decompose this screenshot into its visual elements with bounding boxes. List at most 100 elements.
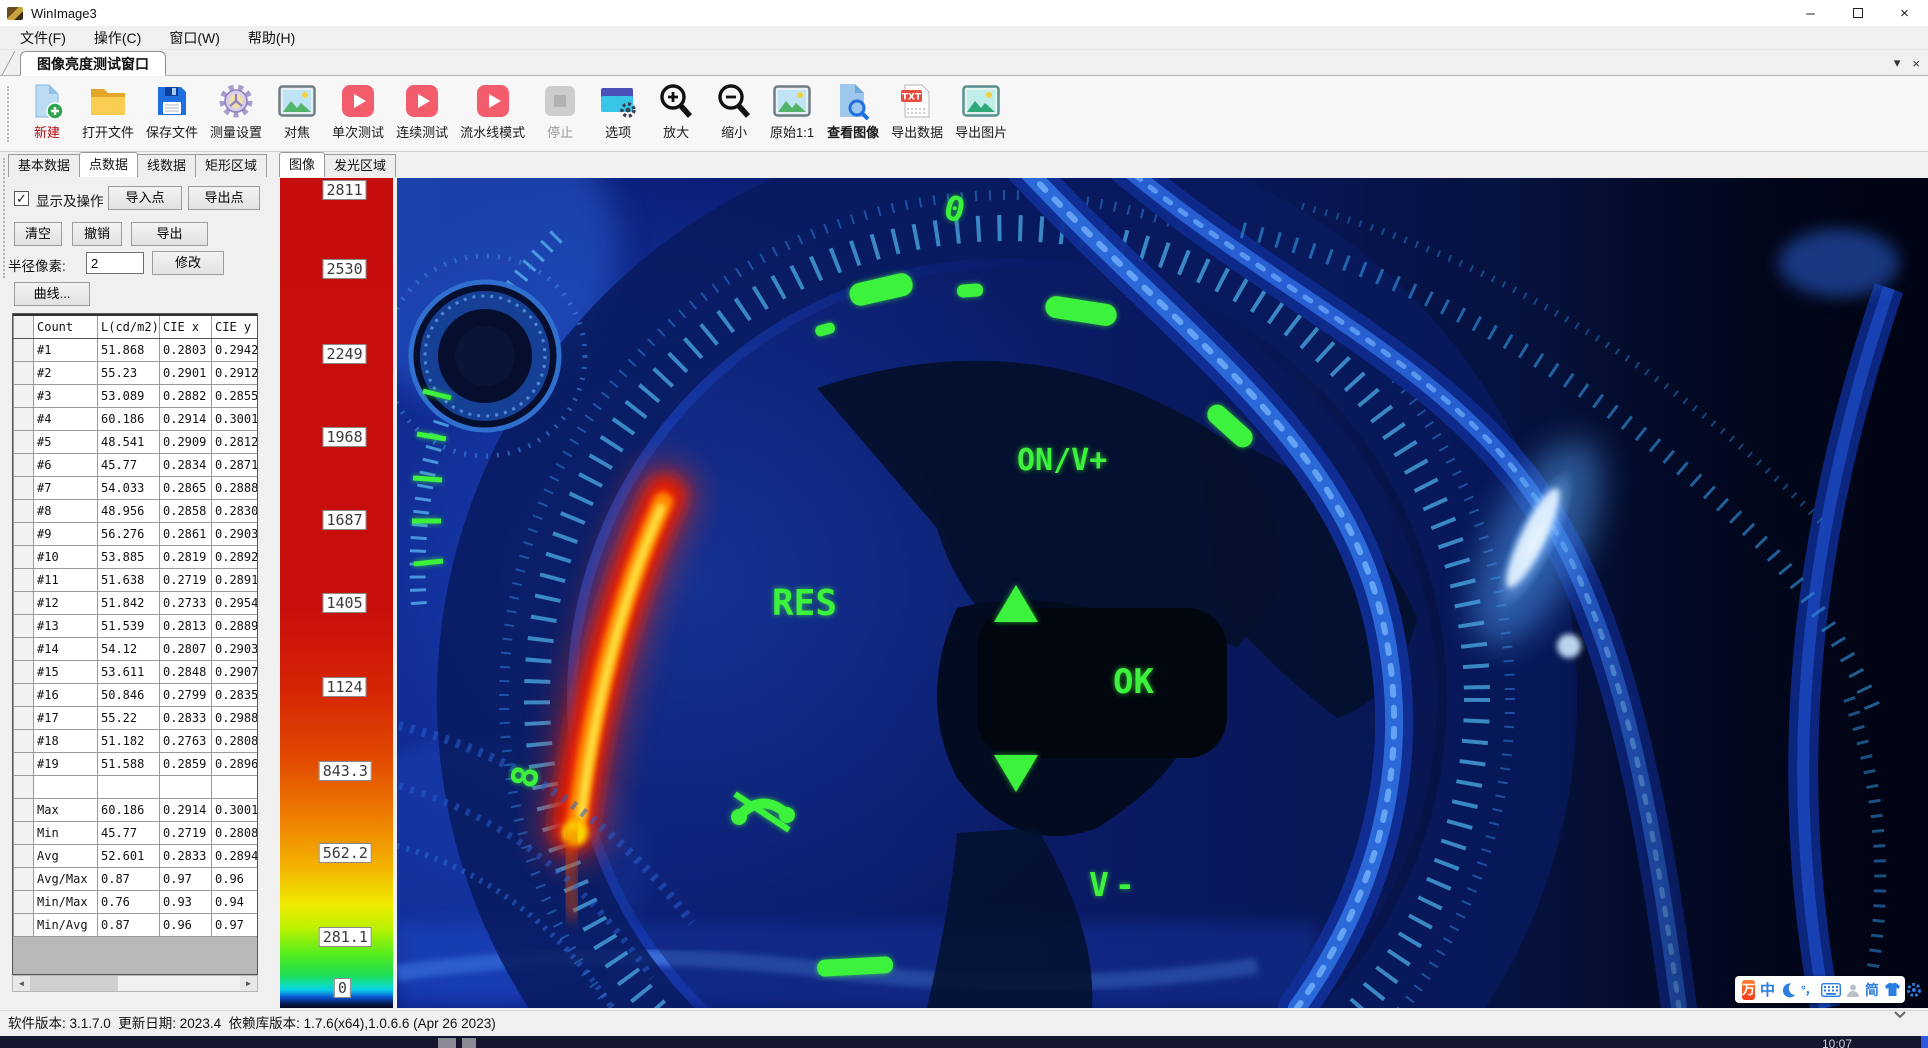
export-data-button[interactable]: TXT 导出数据 (885, 81, 949, 141)
ime-brand-icon[interactable]: 万 (1742, 980, 1755, 1000)
focus-image-icon (274, 81, 320, 121)
original-scale-icon (769, 81, 815, 121)
colorbar-label: 843.3 (319, 761, 372, 781)
table-row[interactable]: #12 51.842 0.2733 0.2954 (14, 591, 259, 614)
zoom-in-button[interactable]: 放大 (647, 81, 705, 141)
export-image-button[interactable]: 导出图片 (949, 81, 1013, 141)
tab-point-data[interactable]: 点数据 (79, 152, 138, 177)
stop-button[interactable]: 停止 (531, 81, 589, 141)
col-count: Count (34, 315, 98, 338)
menu-operate[interactable]: 操作(C) (80, 26, 155, 50)
scroll-left-icon[interactable]: ◄ (13, 976, 30, 991)
table-row[interactable]: #15 53.611 0.2848 0.2907 (14, 660, 259, 683)
focus-button[interactable]: 对焦 (268, 81, 326, 141)
table-row[interactable]: Min 45.77 0.2719 0.2808 (14, 821, 259, 844)
table-row[interactable]: #3 53.089 0.2882 0.2855 (14, 384, 259, 407)
table-row[interactable]: #4 60.186 0.2914 0.3001 (14, 407, 259, 430)
scrollbar-thumb[interactable] (30, 976, 118, 991)
tab-emitting-region[interactable]: 发光区域 (324, 154, 396, 177)
col-cie-x: CIE x (160, 315, 212, 338)
table-row[interactable]: #16 50.846 0.2799 0.2835 (14, 683, 259, 706)
export-button[interactable]: 导出 (131, 222, 208, 246)
table-row[interactable]: #17 55.22 0.2833 0.2988 (14, 706, 259, 729)
colorbar-label: 562.2 (319, 843, 372, 863)
document-tab-strip: 图像亮度测试窗口 ▾ × (0, 50, 1928, 76)
pipeline-mode-play-icon (460, 81, 525, 121)
export-points-button[interactable]: 导出点 (188, 186, 260, 210)
table-row[interactable]: Max 60.186 0.2914 0.3001 (14, 798, 259, 821)
table-row[interactable]: Min/Max 0.76 0.93 0.94 (14, 890, 259, 913)
table-row[interactable]: #9 56.276 0.2861 0.2903 (14, 522, 259, 545)
table-row[interactable]: Avg 52.601 0.2833 0.2894 (14, 844, 259, 867)
table-row[interactable]: #13 51.539 0.2813 0.2889 (14, 614, 259, 637)
moon-icon[interactable] (1780, 982, 1796, 998)
save-file-button[interactable]: 保存文件 (140, 81, 204, 141)
table-row[interactable]: #19 51.588 0.2859 0.2896 (14, 752, 259, 775)
chevron-down-icon[interactable] (1893, 1006, 1907, 1015)
doc-tab-image-brightness-test[interactable]: 图像亮度测试窗口 (20, 51, 166, 76)
pipeline-mode-button[interactable]: 流水线模式 (454, 81, 531, 141)
table-row[interactable]: #1 51.868 0.2803 0.2942 (14, 338, 259, 361)
ime-simplified-toggle[interactable]: 简 (1865, 980, 1879, 1000)
tab-line-data[interactable]: 线数据 (137, 154, 196, 177)
table-row[interactable]: #2 55.23 0.2901 0.2912 (14, 361, 259, 384)
menu-file[interactable]: 文件(F) (6, 26, 80, 50)
import-points-button[interactable]: 导入点 (108, 186, 182, 210)
tab-image[interactable]: 图像 (279, 152, 325, 177)
table-row[interactable]: Avg/Max 0.87 0.97 0.96 (14, 867, 259, 890)
open-file-button[interactable]: 打开文件 (76, 81, 140, 141)
zoom-out-button[interactable]: 缩小 (705, 81, 763, 141)
thermal-image-canvas[interactable]: 0 8 ON/V+ RES OK V- (397, 178, 1928, 1008)
user-icon[interactable] (1846, 983, 1860, 997)
table-row[interactable]: #6 45.77 0.2834 0.2871 (14, 453, 259, 476)
minimize-button[interactable]: – (1787, 0, 1834, 26)
continuous-test-button[interactable]: 连续测试 (390, 81, 454, 141)
table-row[interactable]: #18 51.182 0.2763 0.2808 (14, 729, 259, 752)
tab-list-dropdown-icon[interactable]: ▾ (1894, 55, 1901, 71)
view-image-button[interactable]: 查看图像 (821, 81, 885, 141)
tab-close-icon[interactable]: × (1912, 56, 1920, 71)
table-row[interactable] (14, 775, 259, 798)
table-row[interactable]: #10 53.885 0.2819 0.2892 (14, 545, 259, 568)
taskbar-item[interactable] (1921, 1036, 1928, 1048)
status-bar: 软件版本: 3.1.7.0 更新日期: 2023.4 依赖库版本: 1.7.6(… (0, 1010, 1928, 1036)
new-button[interactable]: 新建 (18, 81, 76, 141)
keyboard-icon[interactable] (1821, 983, 1841, 997)
table-row[interactable]: Min/Avg 0.87 0.96 0.97 (14, 913, 259, 936)
taskbar-item[interactable] (438, 1038, 456, 1048)
menu-window[interactable]: 窗口(W) (155, 26, 234, 50)
table-row[interactable]: #11 51.638 0.2719 0.2891 (14, 568, 259, 591)
scroll-right-icon[interactable]: ► (240, 976, 257, 991)
table-horizontal-scrollbar[interactable]: ◄ ► (12, 975, 258, 992)
table-row[interactable]: #5 48.541 0.2909 0.2812 (14, 430, 259, 453)
display-operate-checkbox[interactable]: ✓ (14, 191, 29, 206)
radius-pixels-input[interactable] (86, 252, 144, 274)
curve-button[interactable]: 曲线... (14, 282, 90, 306)
point-data-table[interactable]: Count L(cd/m2) CIE x CIE y #1 51.868 0.2… (12, 313, 258, 975)
point-data-panel: 基本数据 点数据 线数据 矩形区域 ✓ 显示及操作 导入点 导出点 清空 撤销 … (0, 152, 268, 1010)
options-button[interactable]: 选项 (589, 81, 647, 141)
tab-rect-region[interactable]: 矩形区域 (195, 154, 267, 177)
gear-icon[interactable] (1906, 982, 1922, 998)
table-row[interactable]: #8 48.956 0.2858 0.2830 (14, 499, 259, 522)
colorbar-label: 0 (334, 978, 351, 998)
maximize-button[interactable] (1834, 0, 1881, 26)
original-1-1-button[interactable]: 原始1:1 (763, 81, 821, 141)
menu-help[interactable]: 帮助(H) (234, 26, 309, 50)
close-button[interactable]: × (1881, 0, 1928, 26)
table-row[interactable]: #14 54.12 0.2807 0.2903 (14, 637, 259, 660)
table-row[interactable]: #7 54.033 0.2865 0.2888 (14, 476, 259, 499)
colorbar-label: 281.1 (319, 927, 372, 947)
skin-shirt-icon[interactable] (1884, 982, 1901, 997)
taskbar-item[interactable] (462, 1038, 476, 1048)
col-luminance: L(cd/m2) (98, 315, 160, 338)
save-file-icon (146, 81, 198, 121)
clear-button[interactable]: 清空 (14, 222, 62, 246)
ime-punctuation-toggle[interactable]: °， (1801, 981, 1816, 998)
undo-button[interactable]: 撤销 (72, 222, 122, 246)
modify-button[interactable]: 修改 (152, 251, 224, 275)
measure-settings-button[interactable]: 测量设置 (204, 81, 268, 141)
ime-chinese-mode-toggle[interactable]: 中 (1760, 979, 1775, 1000)
single-test-button[interactable]: 单次测试 (326, 81, 390, 141)
tab-basic-data[interactable]: 基本数据 (8, 154, 80, 177)
